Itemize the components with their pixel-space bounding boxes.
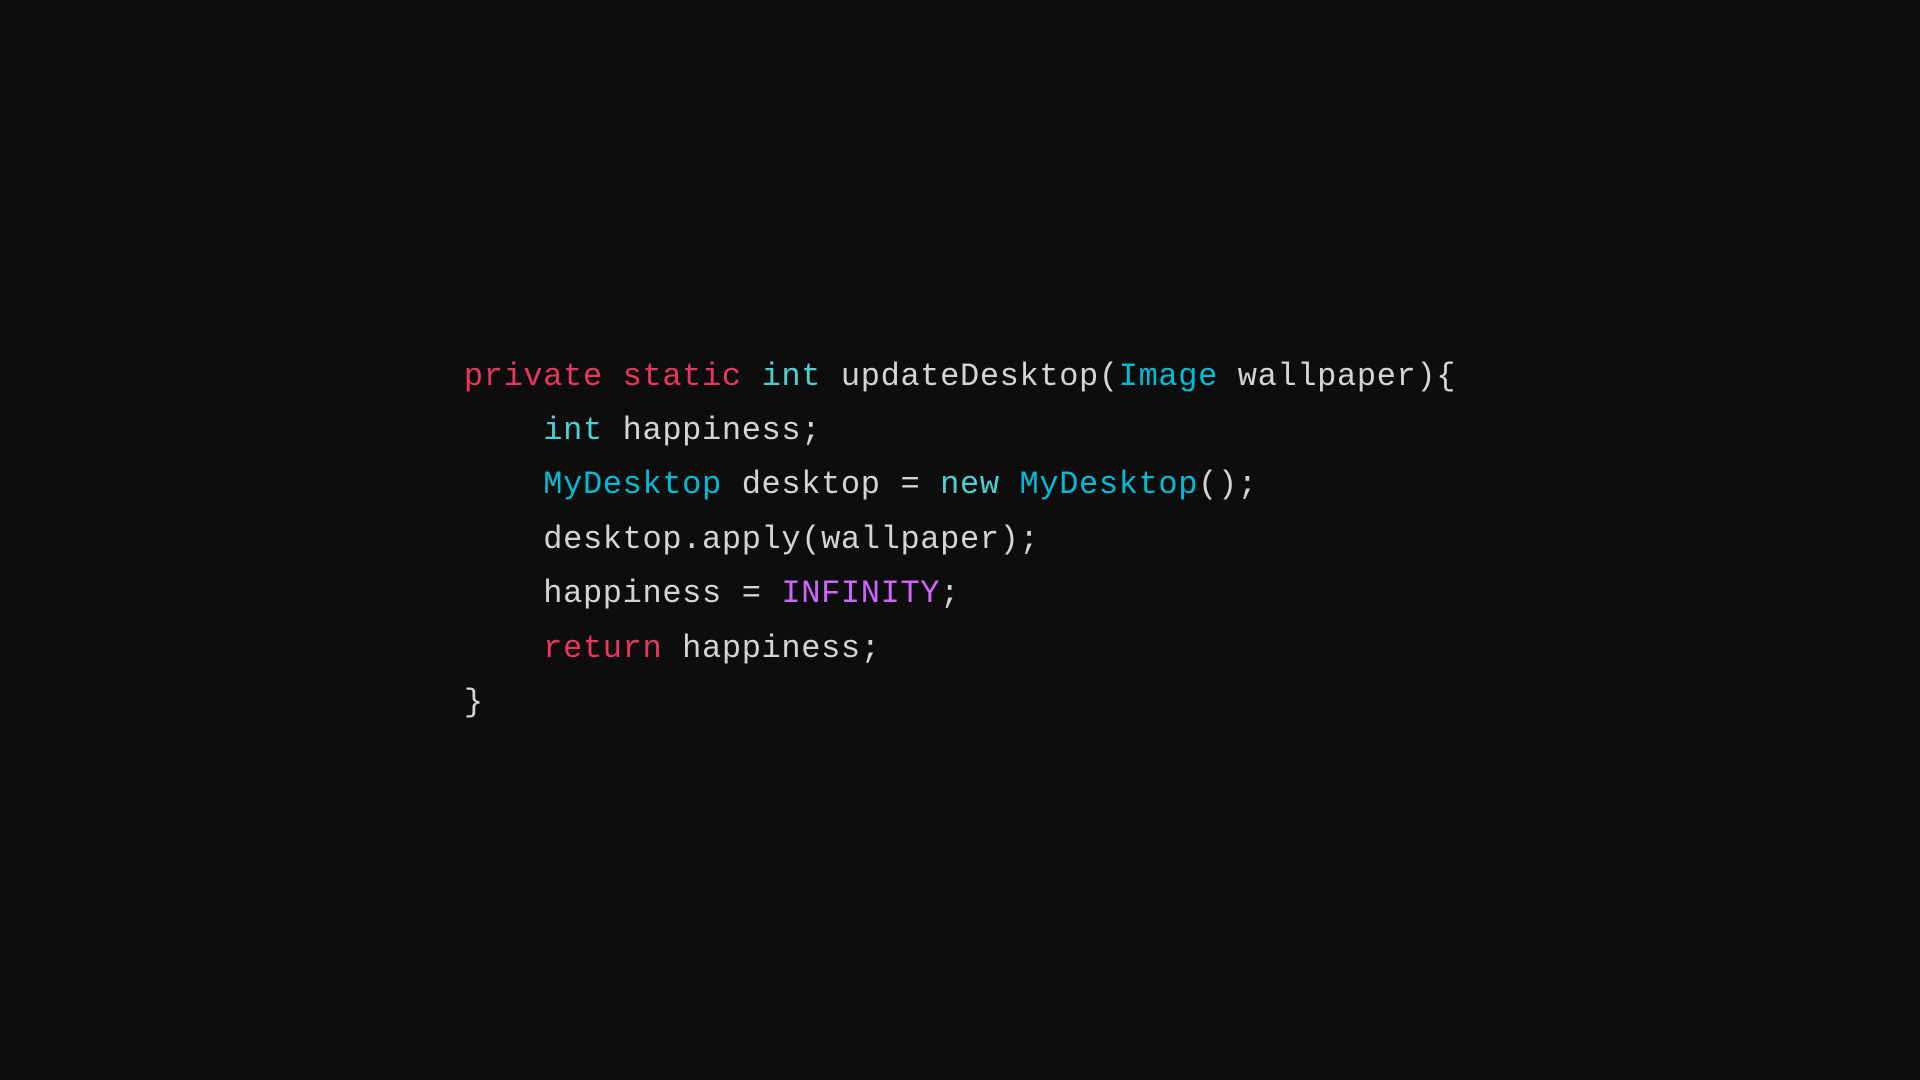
- code-token: MyDesktop: [1020, 466, 1199, 503]
- code-token: [464, 412, 543, 449]
- code-token: static: [623, 358, 742, 395]
- code-token: int: [762, 358, 822, 395]
- code-token: [742, 358, 762, 395]
- code-token: desktop =: [722, 466, 940, 503]
- code-token: new: [940, 466, 1000, 503]
- code-token: updateDesktop(: [821, 358, 1119, 395]
- code-token: [464, 466, 543, 503]
- code-line: MyDesktop desktop = new MyDesktop();: [464, 458, 1456, 512]
- code-token: happiness;: [603, 412, 821, 449]
- code-token: wallpaper){: [1218, 358, 1456, 395]
- code-token: happiness =: [464, 575, 782, 612]
- code-token: MyDesktop: [543, 466, 722, 503]
- code-line: }: [464, 676, 1456, 730]
- code-token: Image: [1119, 358, 1218, 395]
- code-token: ;: [940, 575, 960, 612]
- code-token: return: [543, 630, 662, 667]
- code-token: happiness;: [662, 630, 880, 667]
- code-line: private static int updateDesktop(Image w…: [464, 350, 1456, 404]
- code-token: [1000, 466, 1020, 503]
- code-token: }: [464, 684, 484, 721]
- code-line: int happiness;: [464, 404, 1456, 458]
- code-token: [603, 358, 623, 395]
- code-token: INFINITY: [781, 575, 940, 612]
- code-line: desktop.apply(wallpaper);: [464, 513, 1456, 567]
- code-line: happiness = INFINITY;: [464, 567, 1456, 621]
- code-token: int: [543, 412, 603, 449]
- code-block: private static int updateDesktop(Image w…: [464, 350, 1456, 731]
- code-token: ();: [1198, 466, 1258, 503]
- code-line: return happiness;: [464, 622, 1456, 676]
- code-token: desktop.apply(wallpaper);: [464, 521, 1039, 558]
- code-token: [464, 630, 543, 667]
- code-token: private: [464, 358, 603, 395]
